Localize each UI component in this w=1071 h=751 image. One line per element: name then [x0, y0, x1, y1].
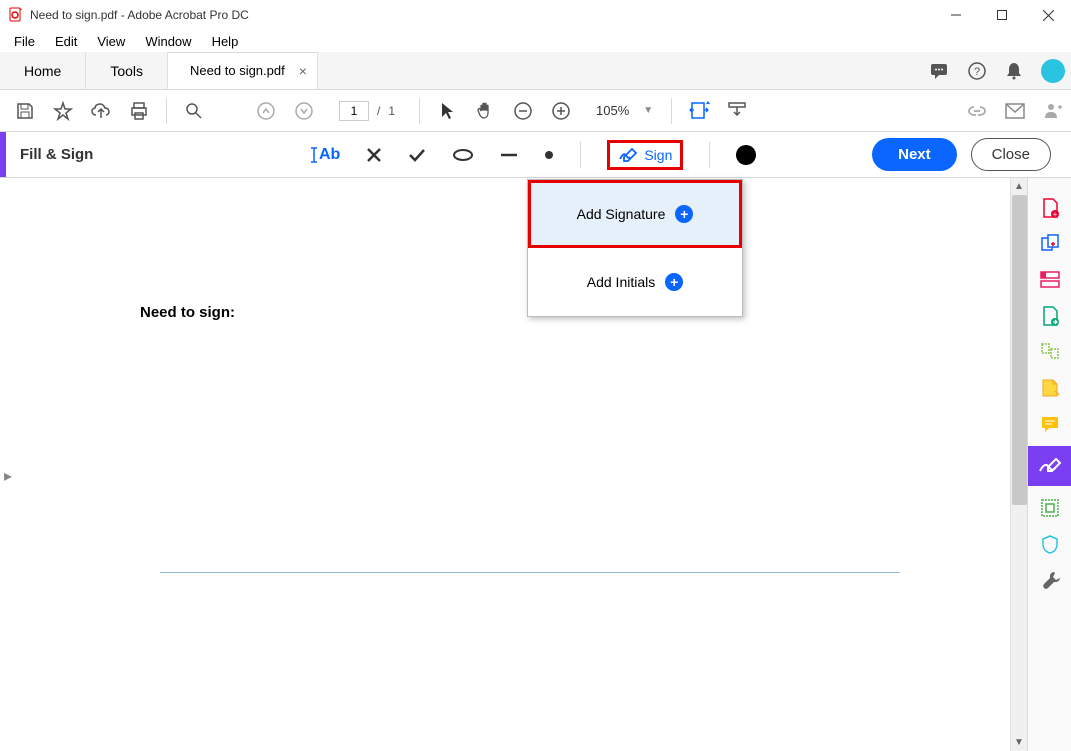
window-title: Need to sign.pdf - Adobe Acrobat Pro DC: [30, 8, 249, 22]
color-picker[interactable]: [736, 145, 756, 165]
tab-strip: Home Tools Need to sign.pdf × ?: [0, 52, 1071, 90]
menu-help[interactable]: Help: [204, 32, 247, 51]
protect-icon[interactable]: [1036, 530, 1064, 558]
signature-icon: [618, 147, 638, 163]
print-icon[interactable]: [122, 94, 156, 128]
menu-view[interactable]: View: [89, 32, 133, 51]
share-user-icon[interactable]: [1043, 101, 1063, 121]
scroll-up-icon[interactable]: ▲: [1011, 178, 1027, 195]
edit-pdf-icon[interactable]: [1036, 266, 1064, 294]
send-comments-icon[interactable]: [1036, 374, 1064, 402]
divider: [580, 142, 581, 168]
search-icon[interactable]: [177, 94, 211, 128]
dot-icon[interactable]: [544, 150, 554, 160]
combine-files-icon[interactable]: [1036, 230, 1064, 258]
vertical-scrollbar[interactable]: ▲ ▼: [1010, 178, 1027, 751]
toolbar-divider: [671, 98, 672, 124]
star-icon[interactable]: [46, 94, 80, 128]
user-avatar[interactable]: [1041, 59, 1065, 83]
page-number-input[interactable]: [339, 101, 369, 121]
link-icon[interactable]: [967, 102, 987, 120]
pointer-icon[interactable]: [430, 94, 464, 128]
menu-window[interactable]: Window: [137, 32, 199, 51]
next-button[interactable]: Next: [872, 138, 957, 171]
title-bar: Need to sign.pdf - Adobe Acrobat Pro DC: [0, 0, 1071, 30]
email-icon[interactable]: [1005, 103, 1025, 119]
fill-sign-toolbar: Fill & Sign Ab Sign Next Close: [0, 132, 1071, 178]
menu-bar: File Edit View Window Help: [0, 30, 1071, 52]
prev-page-icon[interactable]: [249, 94, 283, 128]
export-pdf-icon[interactable]: [1036, 302, 1064, 330]
sign-dropdown-menu: Add Signature + Add Initials +: [527, 179, 743, 317]
scroll-thumb[interactable]: [1012, 195, 1027, 505]
next-page-icon[interactable]: [287, 94, 321, 128]
notifications-icon[interactable]: [1005, 61, 1023, 81]
fit-width-icon[interactable]: [682, 94, 716, 128]
organize-pages-icon[interactable]: [1036, 338, 1064, 366]
create-pdf-icon[interactable]: +: [1036, 194, 1064, 222]
cloud-icon[interactable]: [84, 94, 118, 128]
add-signature-item[interactable]: Add Signature +: [528, 180, 742, 248]
plus-icon: +: [665, 273, 683, 291]
add-signature-label: Add Signature: [577, 206, 666, 222]
hand-icon[interactable]: [468, 94, 502, 128]
maximize-button[interactable]: [979, 0, 1025, 30]
document-text: Need to sign:: [140, 304, 235, 321]
page-separator: /: [373, 104, 384, 118]
more-tools-icon[interactable]: [1036, 566, 1064, 594]
plus-icon: +: [675, 205, 693, 223]
right-tools-pane: +: [1027, 178, 1071, 751]
scroll-down-icon[interactable]: ▼: [1011, 734, 1027, 751]
tab-home[interactable]: Home: [0, 52, 86, 89]
zoom-in-icon[interactable]: [544, 94, 578, 128]
comment-icon[interactable]: [1036, 410, 1064, 438]
signature-line: [160, 572, 900, 573]
add-initials-item[interactable]: Add Initials +: [528, 248, 742, 316]
help-icon[interactable]: ?: [967, 61, 987, 81]
fill-sign-title: Fill & Sign: [6, 146, 93, 163]
menu-edit[interactable]: Edit: [47, 32, 85, 51]
save-icon[interactable]: [8, 94, 42, 128]
zoom-out-icon[interactable]: [506, 94, 540, 128]
svg-text:?: ?: [974, 66, 980, 78]
page-display-icon[interactable]: [720, 94, 754, 128]
comments-icon[interactable]: [929, 61, 949, 81]
toolbar-divider: [166, 98, 167, 124]
close-button[interactable]: Close: [971, 138, 1051, 171]
circle-icon[interactable]: [452, 148, 474, 162]
x-mark-icon[interactable]: [366, 147, 382, 163]
checkmark-icon[interactable]: [408, 147, 426, 163]
divider: [709, 142, 710, 168]
minimize-button[interactable]: [933, 0, 979, 30]
sign-label: Sign: [644, 147, 672, 163]
text-tool-icon[interactable]: Ab: [310, 146, 340, 164]
svg-text:+: +: [1052, 210, 1057, 219]
tab-close-icon[interactable]: ×: [299, 63, 307, 79]
tab-tools[interactable]: Tools: [86, 52, 168, 89]
main-toolbar: / 1 105% ▼: [0, 90, 1071, 132]
toolbar-divider: [419, 98, 420, 124]
menu-file[interactable]: File: [6, 32, 43, 51]
close-window-button[interactable]: [1025, 0, 1071, 30]
acrobat-icon: [8, 7, 24, 23]
tab-document-label: Need to sign.pdf: [190, 63, 285, 78]
line-icon[interactable]: [500, 152, 518, 158]
zoom-dropdown-icon[interactable]: ▼: [643, 105, 653, 116]
add-initials-label: Add Initials: [587, 274, 655, 290]
page-total: 1: [388, 104, 395, 118]
panel-expand-handle[interactable]: ▸: [0, 458, 16, 494]
sign-button[interactable]: Sign: [607, 140, 683, 170]
stamp-icon[interactable]: [1036, 494, 1064, 522]
zoom-level[interactable]: 105%: [596, 103, 629, 118]
fill-sign-sidebar-icon[interactable]: [1028, 446, 1071, 486]
tab-document[interactable]: Need to sign.pdf ×: [168, 52, 318, 89]
